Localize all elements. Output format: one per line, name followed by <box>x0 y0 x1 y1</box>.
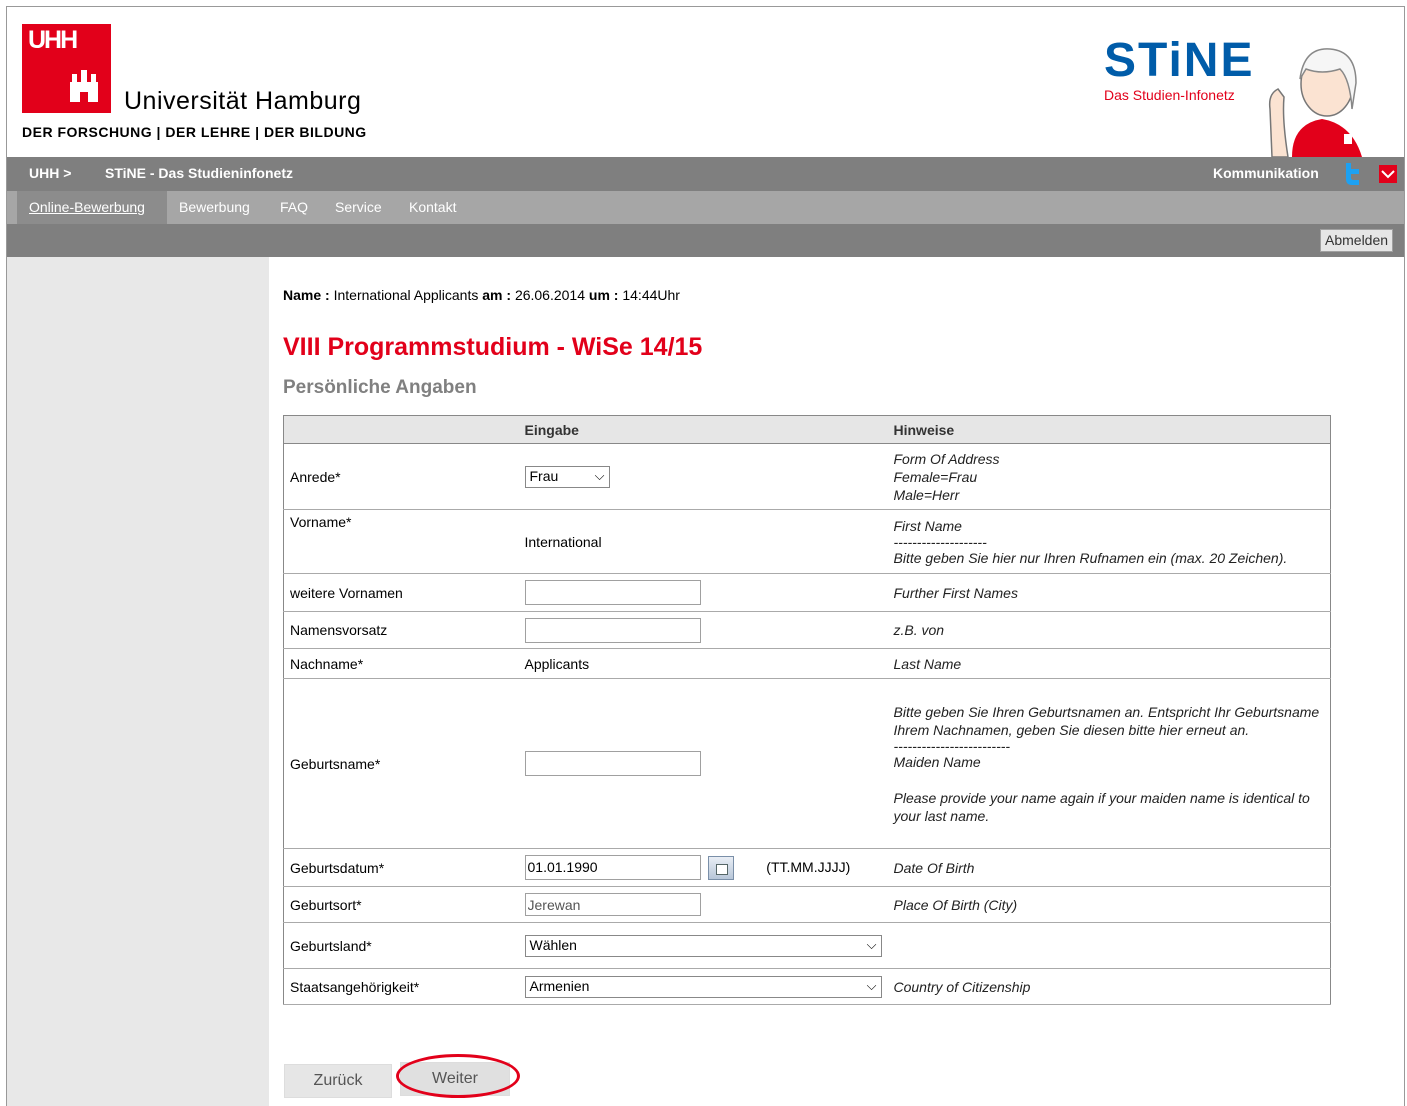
nav-bewerbung[interactable]: Bewerbung <box>179 199 250 215</box>
page-title: VIII Programmstudium - WiSe 14/15 <box>283 333 703 361</box>
weitere-vornamen-hint: Further First Names <box>887 573 1331 612</box>
column-header-label <box>283 415 519 444</box>
calendar-icon[interactable] <box>708 856 735 881</box>
back-button[interactable]: Zurück <box>284 1064 392 1098</box>
um-label: um <box>588 287 610 303</box>
row-namensvorsatz: Namensvorsatz z.B. von <box>283 611 1331 649</box>
weitere-vornamen-label: weitere Vornamen <box>283 573 519 612</box>
nachname-hint: Last Name <box>887 648 1331 679</box>
row-geburtsdatum: Geburtsdatum* (TT.MM.JJJJ) Date Of Birth <box>283 848 1331 887</box>
table-header-row: Eingabe Hinweise <box>283 415 1331 444</box>
chevron-down-icon: ⌵ <box>594 467 605 483</box>
session-info: Name : International Applicants am : 26.… <box>283 287 680 303</box>
date-format-hint: (TT.MM.JJJJ) <box>766 859 851 876</box>
am-label: am <box>482 287 503 303</box>
row-geburtsname: Geburtsname* Bitte geben Sie Ihren Gebur… <box>283 678 1331 849</box>
row-geburtsland: Geburtsland* Wählen ⌵ <box>283 922 1331 969</box>
kommunikation-link[interactable]: Kommunikation <box>1213 165 1319 181</box>
time-value: 14:44Uhr <box>622 287 680 303</box>
nav-kontakt[interactable]: Kontakt <box>409 199 456 215</box>
hint-line: Form Of Address <box>893 450 1000 467</box>
hint-line: Female=Frau <box>893 468 978 485</box>
hint-line: Male=Herr <box>893 486 960 503</box>
hint-line: Bitte geben Sie hier nur Ihren Rufnamen … <box>893 549 1288 566</box>
geburtsland-hint <box>887 922 1331 969</box>
nav-faq[interactable]: FAQ <box>280 199 308 215</box>
hint-line: Please provide your name again if your m… <box>893 789 1310 824</box>
vorname-hint: First Name -------------------- Bitte ge… <box>887 509 1331 574</box>
column-header-eingabe: Eingabe <box>518 415 888 444</box>
row-vorname: Vorname* International First Name ------… <box>283 509 1331 574</box>
row-anrede: Anrede* Frau ⌵ Form Of Address Female=Fra… <box>283 443 1331 510</box>
stine-subtitle: Das Studien-Infonetz <box>1104 87 1235 103</box>
row-geburtsort: Geburtsort* Place Of Birth (City) <box>283 886 1331 923</box>
hint-line: Bitte geben Sie Ihren Geburtsnamen an. E… <box>893 703 1320 738</box>
vorname-value: International <box>518 509 888 574</box>
hint-line: ------------------------- <box>893 737 1011 754</box>
hint-line: Maiden Name <box>893 753 981 770</box>
stine-mascot-image <box>1268 48 1362 157</box>
column-header-hinweise: Hinweise <box>887 415 1331 444</box>
geburtsdatum-label: Geburtsdatum* <box>283 848 519 887</box>
nav-service[interactable]: Service <box>335 199 382 215</box>
staatsangehoerigkeit-label: Staatsangehörigkeit* <box>283 968 519 1005</box>
vorname-label: Vorname* <box>283 509 519 574</box>
left-sidebar <box>7 257 269 1106</box>
geburtsname-input[interactable] <box>524 751 701 776</box>
mail-icon[interactable] <box>1379 165 1397 183</box>
anrede-hint: Form Of Address Female=Frau Male=Herr <box>887 443 1331 510</box>
date-value: 26.06.2014 <box>514 287 586 303</box>
geburtsort-label: Geburtsort* <box>283 886 519 923</box>
site-header: UHH Universität Hamburg DER FORSCHUNG | … <box>7 7 1404 157</box>
hint-line: First Name <box>893 517 962 534</box>
university-name: Universität Hamburg <box>124 87 362 115</box>
row-staatsangehoerigkeit: Staatsangehörigkeit* Armenien ⌵ Country o… <box>283 968 1331 1005</box>
namensvorsatz-label: Namensvorsatz <box>283 611 519 649</box>
page-frame: UHH Universität Hamburg DER FORSCHUNG | … <box>6 6 1405 1106</box>
anrede-select[interactable]: Frau ⌵ <box>524 465 610 488</box>
uhh-logo-text: UHH <box>28 26 78 54</box>
breadcrumb-stine[interactable]: STiNE - Das Studieninfonetz <box>105 165 293 181</box>
staatsangehoerigkeit-hint: Country of Citizenship <box>887 968 1331 1005</box>
chevron-down-icon: ⌵ <box>866 936 877 952</box>
university-tagline: DER FORSCHUNG | DER LEHRE | DER BILDUNG <box>22 124 367 140</box>
breadcrumb-uhh[interactable]: UHH > <box>29 165 71 181</box>
namensvorsatz-hint: z.B. von <box>887 611 1331 649</box>
chevron-down-icon: ⌵ <box>866 977 877 993</box>
highlight-circle <box>396 1054 520 1098</box>
twitter-icon[interactable] <box>1343 163 1361 185</box>
geburtsort-input[interactable] <box>524 893 701 916</box>
nav-online-bewerbung[interactable]: Online-Bewerbung <box>29 199 145 215</box>
nachname-label: Nachname* <box>283 648 519 679</box>
geburtsland-label: Geburtsland* <box>283 922 519 969</box>
nachname-value: Applicants <box>518 648 888 679</box>
anrede-label: Anrede* <box>283 443 519 510</box>
section-title: Persönliche Angaben <box>283 377 477 398</box>
hamburg-castle-icon <box>70 70 98 102</box>
top-breadcrumb-bar: UHH > STiNE - Das Studieninfonetz Kommun… <box>7 157 1404 191</box>
geburtsland-select[interactable]: Wählen ⌵ <box>524 934 882 957</box>
staatsangehoerigkeit-select[interactable]: Armenien ⌵ <box>524 975 882 998</box>
staatsangehoerigkeit-selected-value: Armenien <box>529 977 590 994</box>
geburtsdatum-input[interactable] <box>524 854 701 880</box>
geburtsort-hint: Place Of Birth (City) <box>887 886 1331 923</box>
geburtsname-label: Geburtsname* <box>283 678 519 849</box>
personal-data-table: Eingabe Hinweise Anrede* Frau ⌵ Form Of A… <box>283 415 1331 1005</box>
stine-logo[interactable]: STiNE <box>1104 37 1254 85</box>
row-weitere-vornamen: weitere Vornamen Further First Names <box>283 573 1331 612</box>
namensvorsatz-input[interactable] <box>524 617 701 643</box>
uhh-logo[interactable]: UHH <box>22 24 111 113</box>
logout-button[interactable]: Abmelden <box>1320 229 1394 252</box>
anrede-selected-value: Frau <box>529 467 559 484</box>
weitere-vornamen-input[interactable] <box>524 580 701 605</box>
geburtsland-selected-value: Wählen <box>529 936 577 953</box>
geburtsname-hint: Bitte geben Sie Ihren Geburtsnamen an. E… <box>887 678 1331 849</box>
hint-line: -------------------- <box>893 533 987 550</box>
row-nachname: Nachname* Applicants Last Name <box>283 648 1331 679</box>
name-value: International Applicants <box>333 287 479 303</box>
main-nav: Online-Bewerbung Bewerbung FAQ Service K… <box>7 191 1404 224</box>
sub-bar <box>7 224 1404 257</box>
name-label: Name <box>283 287 322 303</box>
geburtsdatum-hint: Date Of Birth <box>887 848 1331 887</box>
